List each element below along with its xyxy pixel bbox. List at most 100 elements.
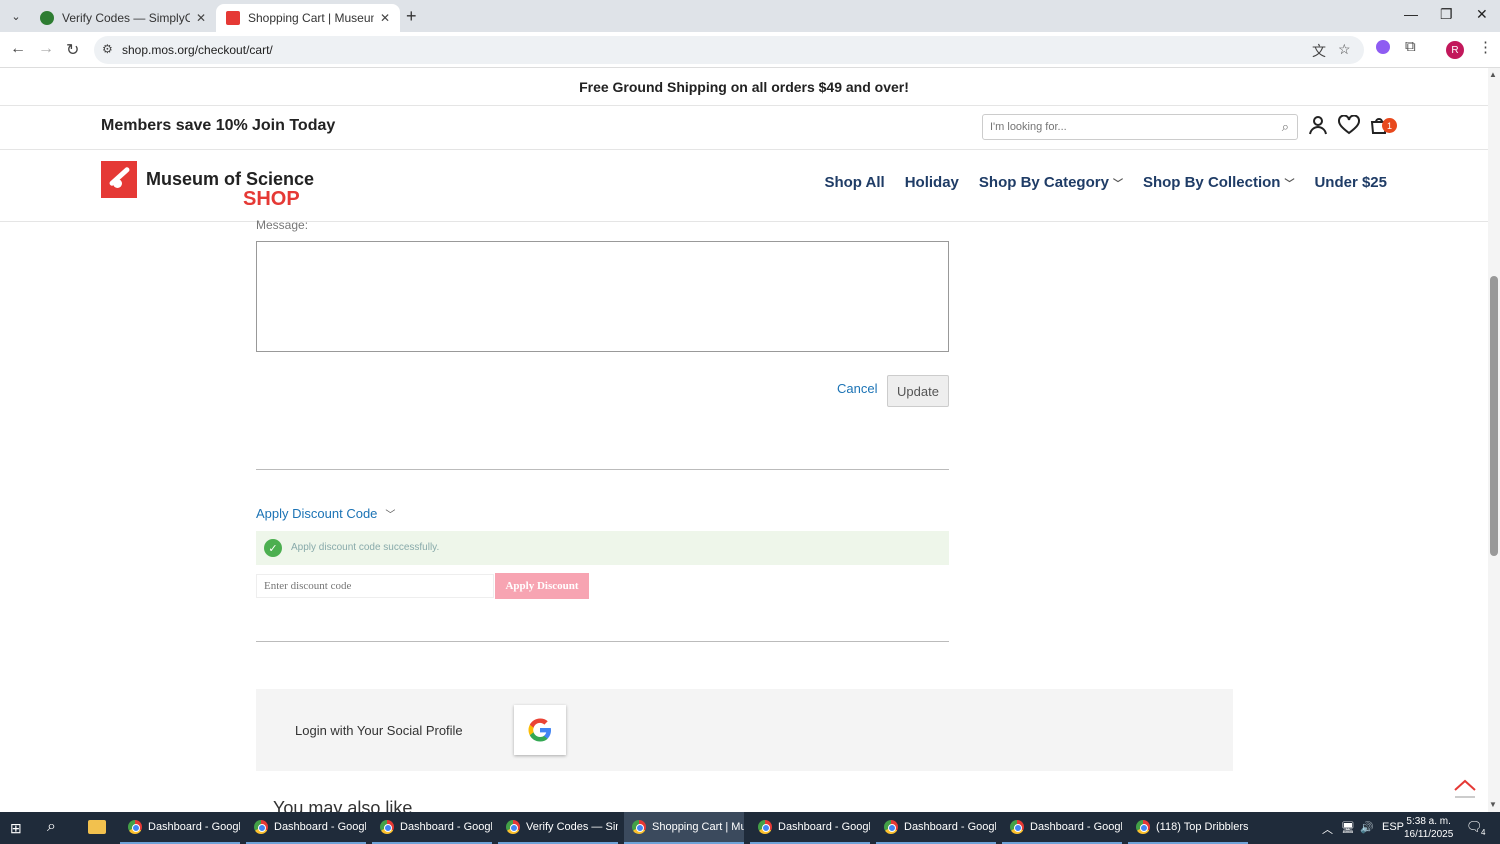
social-login-panel: Login with Your Social Profile [256,689,1233,771]
new-tab-plus-icon[interactable]: + [406,6,417,27]
address-bar[interactable]: ⚙ shop.mos.org/checkout/cart/ 文 ☆ [94,36,1364,64]
chrome-icon [1010,820,1024,834]
browser-tab-bar: ⌄ Verify Codes — SimplyCodes ✕ Shopping … [0,0,1500,32]
taskbar-item[interactable]: Verify Codes — Sim... [498,812,618,844]
profile-avatar[interactable]: R [1446,41,1464,59]
taskbar-item[interactable]: (118) Top Dribblers ... [1128,812,1248,844]
extensions-puzzle-icon[interactable]: ⧉ [1405,38,1416,55]
translate-icon[interactable]: 文 [1312,41,1326,61]
taskbar-item-label: Dashboard - Googl... [400,821,492,833]
close-tab-icon[interactable]: ✕ [196,11,206,25]
taskbar-search-icon[interactable]: ⌕ [47,818,56,836]
search-input[interactable] [983,115,1263,139]
nav-label: Under $25 [1314,174,1387,191]
nav-shop-by-collection[interactable]: Shop By Collection ﹀ [1143,174,1295,191]
message-label: Message: [256,218,309,232]
wishlist-heart-icon[interactable] [1338,114,1360,140]
members-save-text: Members save 10% [101,117,248,134]
tab-title: Verify Codes — SimplyCodes [62,11,190,25]
taskbar-item[interactable]: Dashboard - Googl... [1002,812,1122,844]
promo-banner: Free Ground Shipping on all orders $49 a… [0,68,1488,106]
chrome-icon [884,820,898,834]
scrollbar-thumb[interactable] [1490,276,1498,556]
cart-content: Message: Cancel Update Apply Discount Co… [0,218,1488,812]
taskbar-item-label: Dashboard - Googl... [904,821,996,833]
site-info-icon[interactable]: ⚙ [102,42,113,56]
page-viewport: Free Ground Shipping on all orders $49 a… [0,68,1488,812]
taskbar-item[interactable]: Dashboard - Googl... [876,812,996,844]
scroll-up-arrow-icon[interactable]: ▲ [1489,70,1497,79]
language-indicator[interactable]: ESP [1382,821,1404,833]
taskbar-item-label: Verify Codes — Sim... [526,821,618,833]
check-circle-icon: ✓ [264,539,282,557]
chrome-icon [506,820,520,834]
chrome-icon [254,820,268,834]
tray-chevron-up-icon[interactable]: ︿ [1322,821,1333,837]
taskbar-item[interactable]: Dashboard - Googl... [750,812,870,844]
close-window-icon[interactable]: ✕ [1476,6,1488,23]
browser-tab-simplycodes[interactable]: Verify Codes — SimplyCodes ✕ [30,4,216,32]
taskbar-item-label: Dashboard - Googl... [274,821,366,833]
search-icon[interactable]: ⌕ [1282,119,1289,135]
windows-start-icon[interactable]: ⊞ [10,820,22,837]
system-clock[interactable]: 5:38 a. m. 16/11/2025 [1404,815,1453,841]
bookmark-star-icon[interactable]: ☆ [1338,41,1351,58]
apply-discount-button[interactable]: Apply Discount [495,573,589,599]
reload-icon[interactable]: ↻ [66,40,79,60]
nav-holiday[interactable]: Holiday [905,174,959,191]
logo-shop-text[interactable]: SHOP [243,188,300,211]
google-g-icon [528,718,551,742]
browser-tab-shopping-cart[interactable]: Shopping Cart | Museum of Sci ✕ [216,4,400,32]
account-icon[interactable] [1308,115,1328,140]
taskbar-item-label: Dashboard - Googl... [1030,821,1122,833]
scroll-down-arrow-icon[interactable]: ▼ [1489,800,1497,809]
taskbar-item[interactable]: Dashboard - Googl... [246,812,366,844]
nav-shop-by-category[interactable]: Shop By Category ﹀ [979,174,1123,191]
success-text: Apply discount code successfully. [291,542,440,553]
nav-label: Shop All [824,174,885,191]
update-button[interactable]: Update [887,375,949,407]
chrome-icon [380,820,394,834]
chevron-down-icon: ﹀ [1284,179,1295,190]
join-today-link[interactable]: Join Today [252,117,335,135]
google-login-button[interactable] [514,705,566,755]
simplycodes-favicon-icon [40,11,54,25]
restore-icon[interactable]: ❐ [1440,6,1453,23]
discount-toggle-label: Apply Discount Code [256,506,378,521]
close-tab-icon[interactable]: ✕ [380,11,390,25]
apply-discount-toggle[interactable]: Apply Discount Code ﹀ [256,506,395,521]
discount-code-input[interactable] [256,574,494,598]
notification-count: 4 [1481,828,1486,837]
extension-icon[interactable] [1376,40,1390,58]
nav-under-25[interactable]: Under $25 [1314,174,1387,191]
mos-logo-icon[interactable] [101,161,137,198]
taskbar-item[interactable]: Dashboard - Googl... [372,812,492,844]
file-explorer-icon[interactable] [88,820,106,834]
volume-icon[interactable]: 🔊 [1360,821,1374,834]
taskbar-item-label: Dashboard - Googl... [148,821,240,833]
more-menu-icon[interactable]: ⋮ [1478,38,1493,56]
gift-message-textarea[interactable] [256,241,949,352]
chevron-down-icon: ﹀ [385,510,396,521]
logo-text[interactable]: Museum of Science [146,169,314,190]
taskbar-item-label: Dashboard - Googl... [778,821,870,833]
back-arrow-icon[interactable]: ← [10,40,26,58]
divider [256,469,949,470]
chrome-icon [1136,820,1150,834]
clock-time: 5:38 a. m. [1406,816,1451,827]
browser-toolbar: ← → ↻ ⚙ shop.mos.org/checkout/cart/ 文 ☆ … [0,32,1500,68]
minimize-icon[interactable]: — [1404,6,1418,22]
tab-search-chevron-icon[interactable]: ⌄ [6,6,26,26]
forward-arrow-icon[interactable]: → [38,40,54,58]
social-login-label: Login with Your Social Profile [295,723,463,738]
nav-shop-all[interactable]: Shop All [824,174,884,191]
chrome-icon [632,820,646,834]
you-may-also-like-heading: You may also like [273,798,413,812]
nav-label: Shop By Category [978,174,1109,191]
network-icon[interactable]: 🖥 [1341,821,1355,834]
taskbar-item-active[interactable]: Shopping Cart | Mu... [624,812,744,844]
scroll-to-top-icon[interactable] [1452,776,1478,800]
mos-favicon-icon [226,11,240,25]
taskbar-item[interactable]: Dashboard - Googl... [120,812,240,844]
cancel-link[interactable]: Cancel [837,381,877,396]
